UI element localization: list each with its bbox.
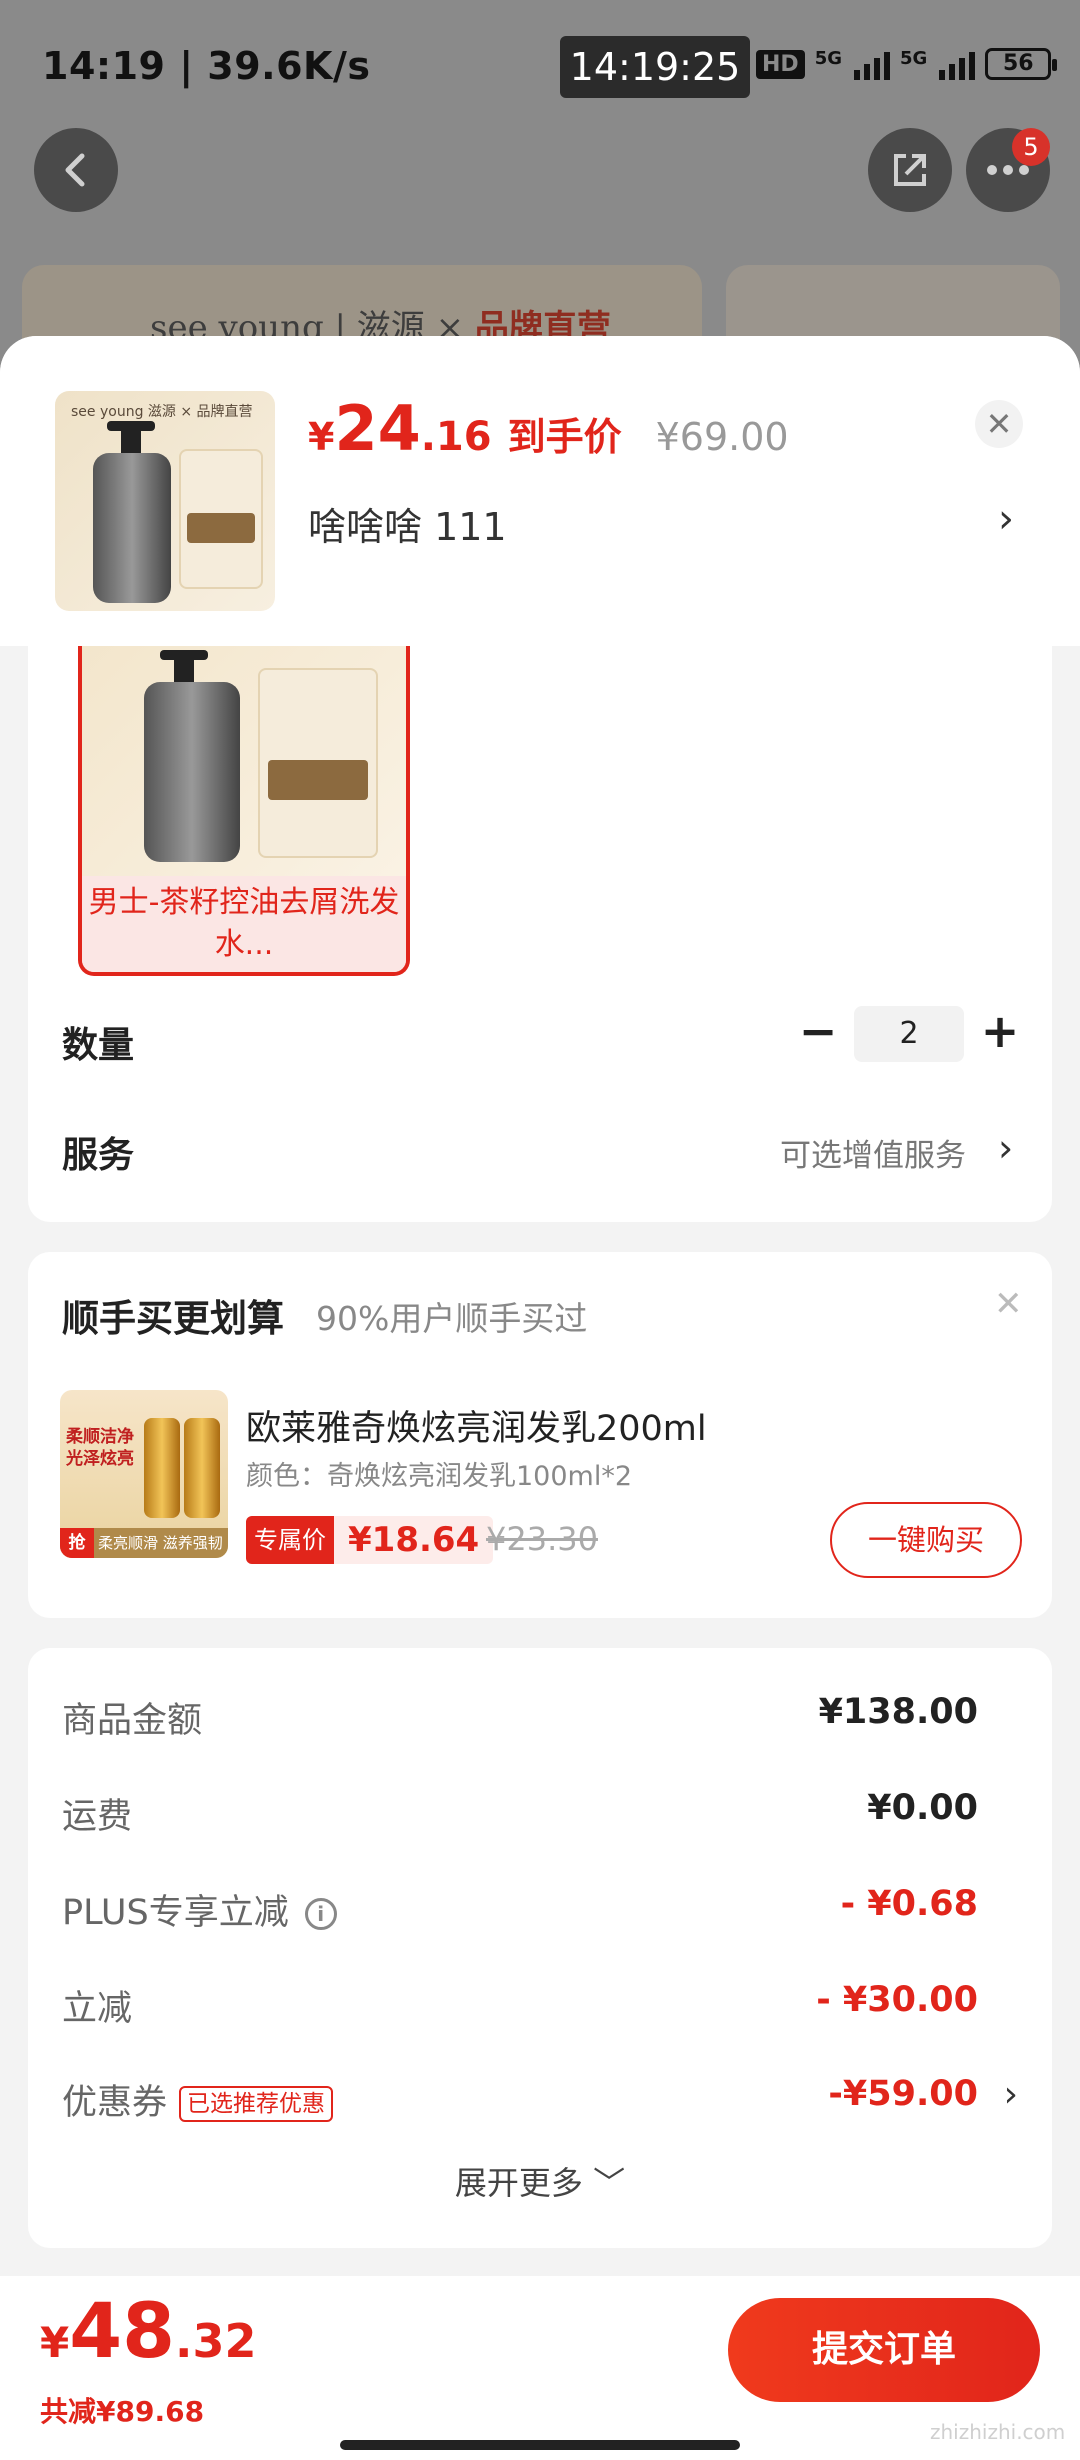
status-time-speed: 14:19 | 39.6K/s (42, 44, 371, 88)
thumbnail-brand-text: see young 滋源 × 品牌直营 (71, 404, 253, 420)
upsell-subtitle: 90%用户顺手买过 (316, 1299, 588, 1338)
product-price: ¥ 24 .16 到手价 ¥69.00 (308, 392, 789, 465)
order-sheet: see young 滋源 × 品牌直营 ¥ 24 .16 到手价 ¥69.00 … (0, 336, 1080, 2460)
checkout-footer: ¥ 48 .32 共减¥89.68 提交订单 zhizhizhi.com (0, 2276, 1080, 2460)
upsell-original-price: ¥23.30 (486, 1520, 598, 1558)
upsell-price-value: ¥18.64 (348, 1520, 480, 1560)
quantity-minus-button[interactable]: − (796, 1002, 840, 1062)
share-button[interactable] (868, 128, 952, 212)
watermark: zhizhizhi.com (930, 2420, 1066, 2444)
variant-packet-image (258, 668, 378, 858)
upsell-product-attr: 颜色：奇焕炫亮润发乳100ml*2 (246, 1461, 633, 1492)
upsell-product-image[interactable]: 柔顺洁净 光泽炫亮 柔亮顺滑 滋养强韧 抢 (60, 1390, 228, 1558)
quantity-label: 数量 (62, 1025, 135, 1066)
upsell-title: 顺手买更划算 (62, 1297, 284, 1340)
selected-spec[interactable]: 啥啥啥 111 (308, 496, 507, 551)
info-icon[interactable]: i (304, 1898, 337, 1930)
upsell-card: 顺手买更划算 90%用户顺手买过 ✕ 柔顺洁净 光泽炫亮 柔亮顺滑 滋养强韧 抢… (28, 1252, 1052, 1618)
grab-badge: 抢 (60, 1528, 94, 1558)
summary-row-plus-discount: PLUS专享立减 i - ¥0.68 (62, 1884, 978, 1933)
status-clock: 14:19:25 (560, 36, 750, 98)
spec-card: 男士-茶籽控油去屑洗发水... 数量 − 2 + 服务 可选增值服务 › (28, 646, 1052, 1222)
hd-icon: HD (756, 49, 805, 79)
shampoo-bottle-image (93, 453, 171, 603)
chevron-right-icon[interactable]: › (1004, 2074, 1018, 2115)
final-price-label: 到手价 (507, 415, 622, 459)
sheet-header: see young 滋源 × 品牌直营 ¥ 24 .16 到手价 ¥69.00 … (0, 336, 1080, 646)
status-bar: 14:19 | 39.6K/s 14:19:25 HD 5G 5G 56 (0, 0, 1080, 130)
one-click-buy-button[interactable]: 一键购买 (830, 1502, 1022, 1578)
summary-row-coupon[interactable]: 优惠券 已选推荐优惠 -¥59.00 › (62, 2066, 1018, 2126)
service-option[interactable]: 可选增值服务 (780, 1130, 966, 1175)
summary-row-subtotal: 商品金额 ¥138.00 (62, 1692, 978, 1741)
chevron-right-icon[interactable]: › (998, 1126, 1013, 1170)
upsell-product-name[interactable]: 欧莱雅奇焕炫亮润发乳200ml (246, 1400, 707, 1451)
expand-more-button[interactable]: 展开更多 ﹀ (28, 2158, 1052, 2204)
more-dots-icon (987, 165, 1029, 175)
product-thumbnail: see young 滋源 × 品牌直营 (55, 391, 275, 611)
exclusive-price-tag: 专属价 (246, 1516, 334, 1564)
recommended-coupon-tag: 已选推荐优惠 (179, 2086, 334, 2122)
close-icon[interactable]: ✕ (975, 400, 1023, 448)
share-icon (894, 154, 926, 186)
notification-badge: 5 (1012, 128, 1050, 166)
chevron-right-icon[interactable]: › (998, 496, 1014, 542)
network-label-2: 5G (900, 48, 928, 69)
battery-icon: 56 (985, 48, 1058, 80)
variant-option-selected[interactable]: 男士-茶籽控油去屑洗发水... (78, 646, 410, 976)
quantity-plus-button[interactable]: + (978, 1002, 1022, 1062)
total-saved: 共减¥89.68 (40, 2395, 205, 2428)
close-icon[interactable]: ✕ (994, 1284, 1023, 1324)
total-price: ¥ 48 .32 (40, 2286, 257, 2375)
quantity-input[interactable]: 2 (854, 1006, 964, 1062)
service-label: 服务 (62, 1135, 135, 1176)
network-label-1: 5G (814, 48, 842, 69)
home-indicator[interactable] (340, 2440, 740, 2450)
status-icons: HD 5G 5G 56 (756, 48, 1058, 80)
upsell-thumb-text: 柔顺洁净 光泽炫亮 (66, 1427, 134, 1469)
back-button[interactable] (34, 128, 118, 212)
variant-bottle-image (144, 682, 240, 862)
original-price: ¥69.00 (655, 415, 789, 459)
variant-label: 男士-茶籽控油去屑洗发水... (82, 876, 406, 972)
packet-image (179, 449, 263, 589)
price-summary-card: 商品金额 ¥138.00 运费 ¥0.00 PLUS专享立减 i - ¥0.68 … (28, 1648, 1052, 2248)
summary-row-instant-discount: 立减 - ¥30.00 (62, 1980, 978, 2029)
submit-order-button[interactable]: 提交订单 (728, 2298, 1040, 2402)
summary-row-shipping: 运费 ¥0.00 (62, 1788, 978, 1837)
chevron-left-icon (65, 153, 85, 187)
signal-icon-2 (939, 48, 976, 80)
upsell-price: 专属价 ¥18.64 (246, 1516, 494, 1564)
signal-icon (854, 48, 890, 80)
